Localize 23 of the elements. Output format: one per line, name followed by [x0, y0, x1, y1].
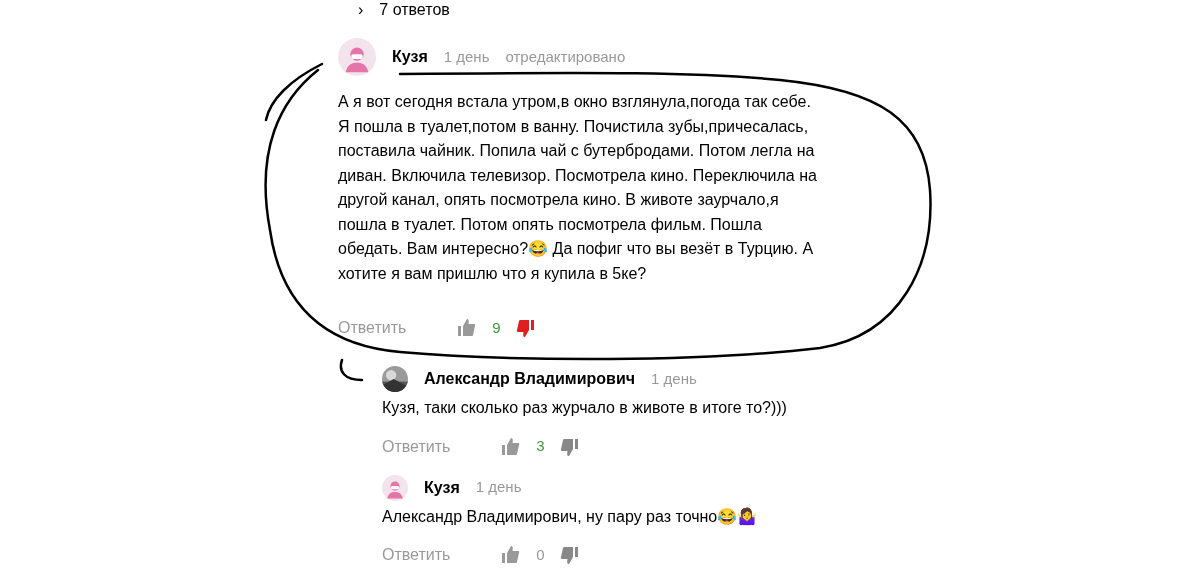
thumbs-up-icon[interactable] — [500, 436, 521, 457]
comment-text: Александр Владимирович, ну пару раз точно😂🤷‍♀ — [382, 506, 759, 527]
chevron-icon[interactable]: › — [358, 0, 364, 20]
author-name[interactable]: Кузя — [392, 45, 428, 69]
author-name[interactable]: Александр Владимирович — [424, 367, 636, 391]
like-count: 3 — [535, 436, 546, 457]
replies-toggle[interactable]: 7 ответов — [379, 0, 450, 20]
comment-text: Кузя, таки сколько раз журчало в животе в итоге то?))) — [382, 398, 788, 418]
avatar-icon — [382, 474, 408, 501]
like-count: 9 — [491, 317, 502, 338]
author-name[interactable]: Кузя — [424, 475, 460, 500]
like-count: 0 — [535, 544, 546, 565]
comment-text: А я вот сегодня встала утром,в окно взглянула,погода так себе. Я пошла в туалет,потом в ванну. Почистила зубы,причесалась, поставила чайник. Попила чай с бутербродами. Потом легла на диван. Включила телевизор. Посмотрела кино. Переключила на другой канал, опять посмотрела кино. В животе заурчало,я пошла в туалет. Потом опять посмотрела фильм. Пошла обедать. Вам интересно?😂 Да пофиг что вы везёт в Турцию. А хотите я вам пришлю что я купила в 5ке? — [338, 92, 818, 284]
comment-time: 1 день — [475, 477, 522, 498]
thumbs-up-icon[interactable] — [500, 545, 521, 565]
thumbs-down-icon[interactable] — [560, 436, 581, 457]
comment-time: 1 день — [443, 46, 490, 67]
edited-label: отредактировано — [505, 46, 626, 67]
thumbs-down-icon[interactable] — [560, 545, 581, 565]
thumbs-down-icon[interactable] — [516, 318, 537, 338]
comment-time: 1 день — [651, 368, 697, 389]
thumbs-up-icon[interactable] — [456, 318, 477, 338]
avatar-icon — [338, 38, 376, 76]
